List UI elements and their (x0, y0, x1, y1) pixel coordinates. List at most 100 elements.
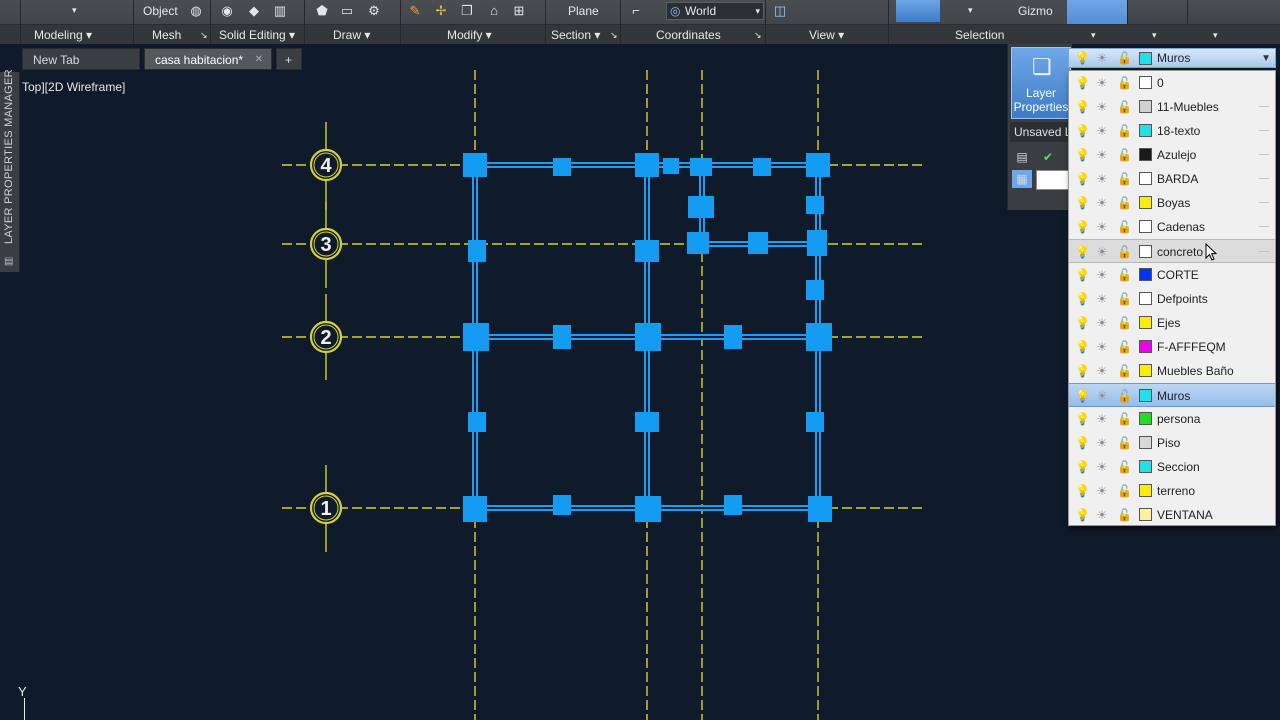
view-panel-caret[interactable]: ▾ (1213, 25, 1218, 45)
sun-icon[interactable]: ☀ (1095, 339, 1109, 355)
ucs-world-combobox[interactable]: ◎ World ▾ (666, 2, 764, 20)
lightbulb-icon[interactable]: 💡 (1075, 267, 1090, 283)
layer-row[interactable]: 💡 ☀ 🔓 VENTANA (1069, 503, 1275, 527)
layer-row[interactable]: 💡 ☀ 🔓 Piso (1069, 431, 1275, 455)
layer-row[interactable]: 💡 ☀ 🔓 Ejes (1069, 311, 1275, 335)
layer-row[interactable]: 💡 ☀ 🔓 18-texto (1069, 119, 1275, 143)
lightbulb-icon[interactable]: 💡 (1075, 411, 1090, 427)
layers-panel-caret[interactable]: ▾ (1091, 25, 1096, 45)
layer-row[interactable]: 💡 ☀ 🔓 Azulejo (1069, 143, 1275, 167)
layer-check-icon[interactable]: ✔ (1038, 148, 1058, 166)
layer-match-icon[interactable]: ▦ (1012, 170, 1032, 188)
layer-row[interactable]: 💡 ☀ 🔓 Cadenas (1069, 215, 1275, 239)
copy-icon[interactable]: ❐ (459, 3, 475, 19)
new-tab-button[interactable]: + (276, 48, 302, 70)
layer-row[interactable]: 💡 ☀ 🔓 11-Muebles (1069, 95, 1275, 119)
sun-icon[interactable]: ☀ (1095, 363, 1109, 379)
panel-modeling[interactable]: Modeling ▾ (34, 25, 92, 45)
sun-icon[interactable]: ☀ (1095, 99, 1109, 115)
layer-row[interactable]: 💡 ☀ 🔓 Seccion (1069, 455, 1275, 479)
lock-icon[interactable]: 🔓 (1117, 363, 1132, 379)
lock-icon[interactable]: 🔓 (1117, 195, 1132, 211)
sun-icon[interactable]: ☀ (1095, 147, 1109, 163)
layer-row[interactable]: 💡 ☀ 🔓 BARDA (1069, 167, 1275, 191)
eye-icon[interactable]: ◉ (219, 3, 235, 19)
region-icon[interactable]: ⚙ (366, 3, 382, 19)
section-launcher-icon[interactable]: ↘ (610, 25, 618, 45)
sun-icon[interactable]: ☀ (1095, 507, 1109, 523)
polygon-icon[interactable]: ⬟ (314, 3, 330, 19)
lock-icon[interactable]: 🔓 (1117, 99, 1132, 115)
sun-icon[interactable]: ☀ (1095, 315, 1109, 331)
lightbulb-icon[interactable]: 💡 (1075, 244, 1090, 260)
grid-array-icon[interactable]: ⊞ (511, 3, 527, 19)
plane-label[interactable]: Plane (568, 1, 599, 21)
lock-icon[interactable]: 🔓 (1117, 267, 1132, 283)
tab-new-tab[interactable]: New Tab (22, 48, 140, 70)
panel-view[interactable]: View ▾ (809, 25, 844, 45)
sun-icon[interactable]: ☀ (1095, 388, 1109, 404)
lightbulb-icon[interactable]: 💡 (1075, 339, 1090, 355)
object-label[interactable]: Object (143, 1, 178, 21)
eraser-icon[interactable]: ◆ (246, 3, 262, 19)
view-cube-icon[interactable]: ◫ (772, 3, 788, 19)
lightbulb-icon[interactable]: 💡 (1075, 388, 1090, 404)
layer-properties-button[interactable]: ❏ Layer Properties (1011, 47, 1071, 119)
lock-icon[interactable]: 🔓 (1117, 219, 1132, 235)
layer-row[interactable]: 💡 ☀ 🔓 CORTE (1069, 263, 1275, 287)
lock-icon[interactable]: 🔓 (1117, 339, 1132, 355)
sun-icon[interactable]: ☀ (1095, 267, 1109, 283)
lightbulb-icon[interactable]: 💡 (1075, 315, 1090, 331)
sun-icon[interactable]: ☀ (1095, 219, 1109, 235)
lightbulb-icon[interactable]: 💡 (1075, 459, 1090, 475)
panel-modify[interactable]: Modify ▾ (447, 25, 492, 45)
sun-icon[interactable]: ☀ (1095, 195, 1109, 211)
panel-selection[interactable]: Selection (955, 25, 1004, 45)
move-icon[interactable]: ✢ (433, 3, 449, 19)
sun-icon[interactable]: ☀ (1095, 171, 1109, 187)
panel-solid-editing[interactable]: Solid Editing ▾ (219, 25, 295, 45)
panel-coordinates[interactable]: Coordinates (656, 25, 721, 45)
lock-icon[interactable]: 🔓 (1117, 291, 1132, 307)
lightbulb-icon[interactable]: 💡 (1075, 171, 1090, 187)
coordinates-launcher-icon[interactable]: ↘ (754, 25, 762, 45)
viewport-controls-label[interactable]: Top][2D Wireframe] (22, 80, 125, 94)
lock-icon[interactable]: 🔓 (1117, 459, 1132, 475)
lightbulb-icon[interactable]: 💡 (1075, 507, 1090, 523)
sun-icon[interactable]: ☀ (1095, 435, 1109, 451)
mesh-launcher-icon[interactable]: ↘ (200, 25, 208, 45)
sun-icon[interactable]: ☀ (1095, 411, 1109, 427)
lightbulb-icon[interactable]: 💡 (1075, 483, 1090, 499)
lock-icon[interactable]: 🔓 (1117, 435, 1132, 451)
panel-draw[interactable]: Draw ▾ (333, 25, 370, 45)
layer-row[interactable]: 💡 ☀ 🔓 persona (1069, 407, 1275, 431)
lock-icon[interactable]: 🔓 (1117, 315, 1132, 331)
lock-icon[interactable]: 🔓 (1117, 507, 1132, 523)
lightbulb-icon[interactable]: 💡 (1075, 123, 1090, 139)
layer-row[interactable]: 💡 ☀ 🔓 0 (1069, 71, 1275, 95)
layer-row[interactable]: 💡 ☀ 🔓 terreno (1069, 479, 1275, 503)
selection-mode-button[interactable] (896, 0, 940, 22)
lightbulb-icon[interactable]: 💡 (1075, 75, 1090, 91)
ucs-icon[interactable]: ⌐ (628, 3, 644, 19)
columns-icon[interactable]: ▥ (272, 3, 288, 19)
modeling-dropdown-caret[interactable]: ▾ (72, 0, 77, 20)
sun-icon[interactable]: ☀ (1095, 459, 1109, 475)
tab-casa-habitacion[interactable]: casa habitacion* ✕ (144, 48, 272, 70)
lock-icon[interactable]: 🔓 (1117, 75, 1132, 91)
rectangle-icon[interactable]: ▭ (339, 3, 355, 19)
panel-mesh[interactable]: Mesh (152, 25, 181, 45)
lightbulb-icon[interactable]: 💡 (1075, 99, 1090, 115)
close-icon[interactable]: ✕ (255, 49, 263, 71)
lightbulb-icon[interactable]: 💡 (1075, 147, 1090, 163)
lock-icon[interactable]: 🔓 (1117, 123, 1132, 139)
sun-icon[interactable]: ☀ (1095, 123, 1109, 139)
layer-row[interactable]: 💡 ☀ 🔓 Defpoints (1069, 287, 1275, 311)
sun-icon[interactable]: ☀ (1095, 244, 1109, 260)
lightbulb-icon[interactable]: 💡 (1075, 435, 1090, 451)
lightbulb-icon[interactable]: 💡 (1075, 363, 1090, 379)
lock-icon[interactable]: 🔓 (1117, 171, 1132, 187)
lock-icon[interactable]: 🔓 (1117, 411, 1132, 427)
lock-icon[interactable]: 🔓 (1117, 483, 1132, 499)
sun-icon[interactable]: ☀ (1095, 75, 1109, 91)
